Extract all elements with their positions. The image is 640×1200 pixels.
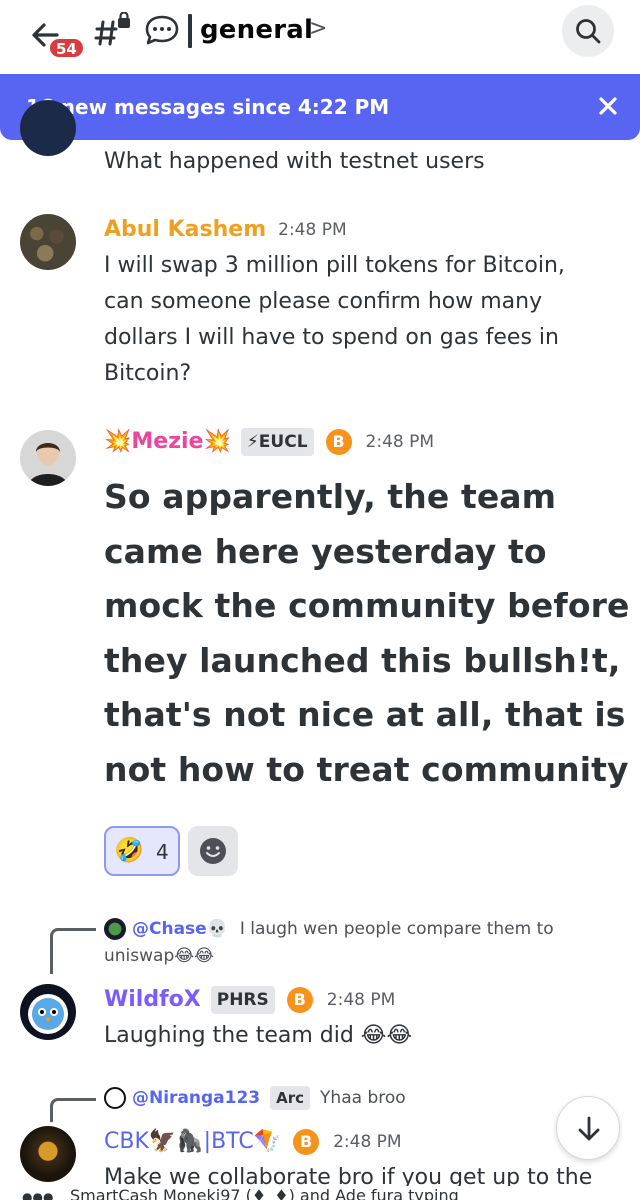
timestamp: 2:48 PM xyxy=(365,432,435,452)
jump-to-present-button[interactable] xyxy=(556,1096,620,1160)
back-button[interactable]: 54 xyxy=(26,12,86,64)
reply-username[interactable]: @Chase💀 xyxy=(132,919,228,939)
timestamp: 2:48 PM xyxy=(326,990,396,1010)
reply-text-continued: uniswap😂😂 xyxy=(104,946,214,966)
avatar-penguin-icon xyxy=(28,994,68,1034)
message-text: I will swap 3 million pill tokens for Bi… xyxy=(104,248,624,392)
role-tag[interactable]: PHRS xyxy=(210,986,275,1014)
username[interactable]: WildfoX xyxy=(104,986,201,1014)
close-icon[interactable] xyxy=(596,94,620,118)
avatar[interactable] xyxy=(20,430,76,486)
reply-preview[interactable]: @Niranga123 Arc Yhaa broo xyxy=(104,1086,406,1110)
avatar[interactable] xyxy=(20,214,76,270)
bitcoin-badge-icon[interactable]: B xyxy=(325,429,352,455)
header-divider xyxy=(188,14,192,48)
channel-hash-lock-icon xyxy=(94,12,130,46)
new-messages-banner[interactable]: 16 new messages since 4:22 PM xyxy=(0,74,640,140)
typing-text: SmartCash Moneki97 (♦_♦) and Ade fura ty… xyxy=(70,1186,459,1200)
message-line: I will swap 3 million pill tokens for Bi… xyxy=(104,253,565,278)
message-header: CBK🦅🦍|BTC🪁 B 2:48 PM xyxy=(104,1128,402,1156)
typing-indicator: ●●● SmartCash Moneki97 (♦_♦) and Ade fur… xyxy=(0,1186,640,1200)
message-text: What happened with testnet users xyxy=(104,149,485,174)
new-messages-text: 16 new messages since 4:22 PM xyxy=(26,95,390,119)
bitcoin-badge-icon[interactable]: B xyxy=(286,987,313,1013)
reply-text: Yhaa broo xyxy=(320,1088,406,1108)
typing-dots-icon: ●●● xyxy=(22,1190,54,1200)
role-tag[interactable]: ⚡EUCL xyxy=(240,428,314,456)
bitcoin-badge-icon[interactable]: B xyxy=(293,1129,320,1155)
reply-avatar xyxy=(104,918,126,940)
search-icon xyxy=(576,19,601,44)
avatar[interactable] xyxy=(20,1126,76,1182)
reply-connector xyxy=(50,928,96,974)
message-line: Bitcoin? xyxy=(104,361,192,386)
reply-username[interactable]: @Niranga123 xyxy=(132,1088,260,1108)
reaction-emoji: 🤣 xyxy=(114,836,144,864)
channel-header: 54 general > xyxy=(0,0,640,74)
arrow-down-icon xyxy=(578,1116,600,1141)
reaction-count: 4 xyxy=(156,840,169,864)
message-header: Abul Kashem 2:48 PM xyxy=(104,216,347,244)
username[interactable]: Abul Kashem xyxy=(104,216,266,244)
reaction-laugh[interactable]: 🤣 4 xyxy=(104,826,180,876)
thread-icon[interactable] xyxy=(144,14,180,46)
avatar-portrait-icon xyxy=(28,443,68,486)
chevron-right-icon[interactable]: > xyxy=(309,16,327,41)
message-text: So apparently, the team came here yester… xyxy=(104,477,630,789)
reply-preview[interactable]: @Chase💀 I laugh wen people compare them … xyxy=(104,918,554,940)
reply-avatar xyxy=(104,1087,126,1109)
username[interactable]: CBK🦅🦍|BTC🪁 xyxy=(104,1128,281,1156)
avatar[interactable] xyxy=(20,984,76,1040)
add-reaction-icon xyxy=(200,838,226,864)
timestamp: 2:48 PM xyxy=(333,1132,402,1152)
message-header: WildfoX PHRS B 2:48 PM xyxy=(104,986,395,1014)
timestamp: 2:48 PM xyxy=(278,220,347,240)
unread-count-badge: 54 xyxy=(48,37,85,59)
username[interactable]: 💥Mezie💥 xyxy=(104,428,231,456)
message-line: dollars I will have to spend on gas fees… xyxy=(104,325,559,350)
reply-connector xyxy=(50,1098,96,1122)
channel-name[interactable]: general xyxy=(200,12,313,48)
message-text: Laughing the team did 😂😂 xyxy=(104,1023,413,1048)
message-line: can someone please confirm how many xyxy=(104,289,543,314)
add-reaction-button[interactable] xyxy=(188,826,238,876)
message-header: 💥Mezie💥 ⚡EUCL B 2:48 PM xyxy=(104,428,434,456)
role-tag[interactable]: Arc xyxy=(270,1086,311,1110)
reply-text: I laugh wen people compare them to xyxy=(239,919,554,939)
avatar[interactable] xyxy=(20,100,76,156)
search-button[interactable] xyxy=(562,5,614,57)
